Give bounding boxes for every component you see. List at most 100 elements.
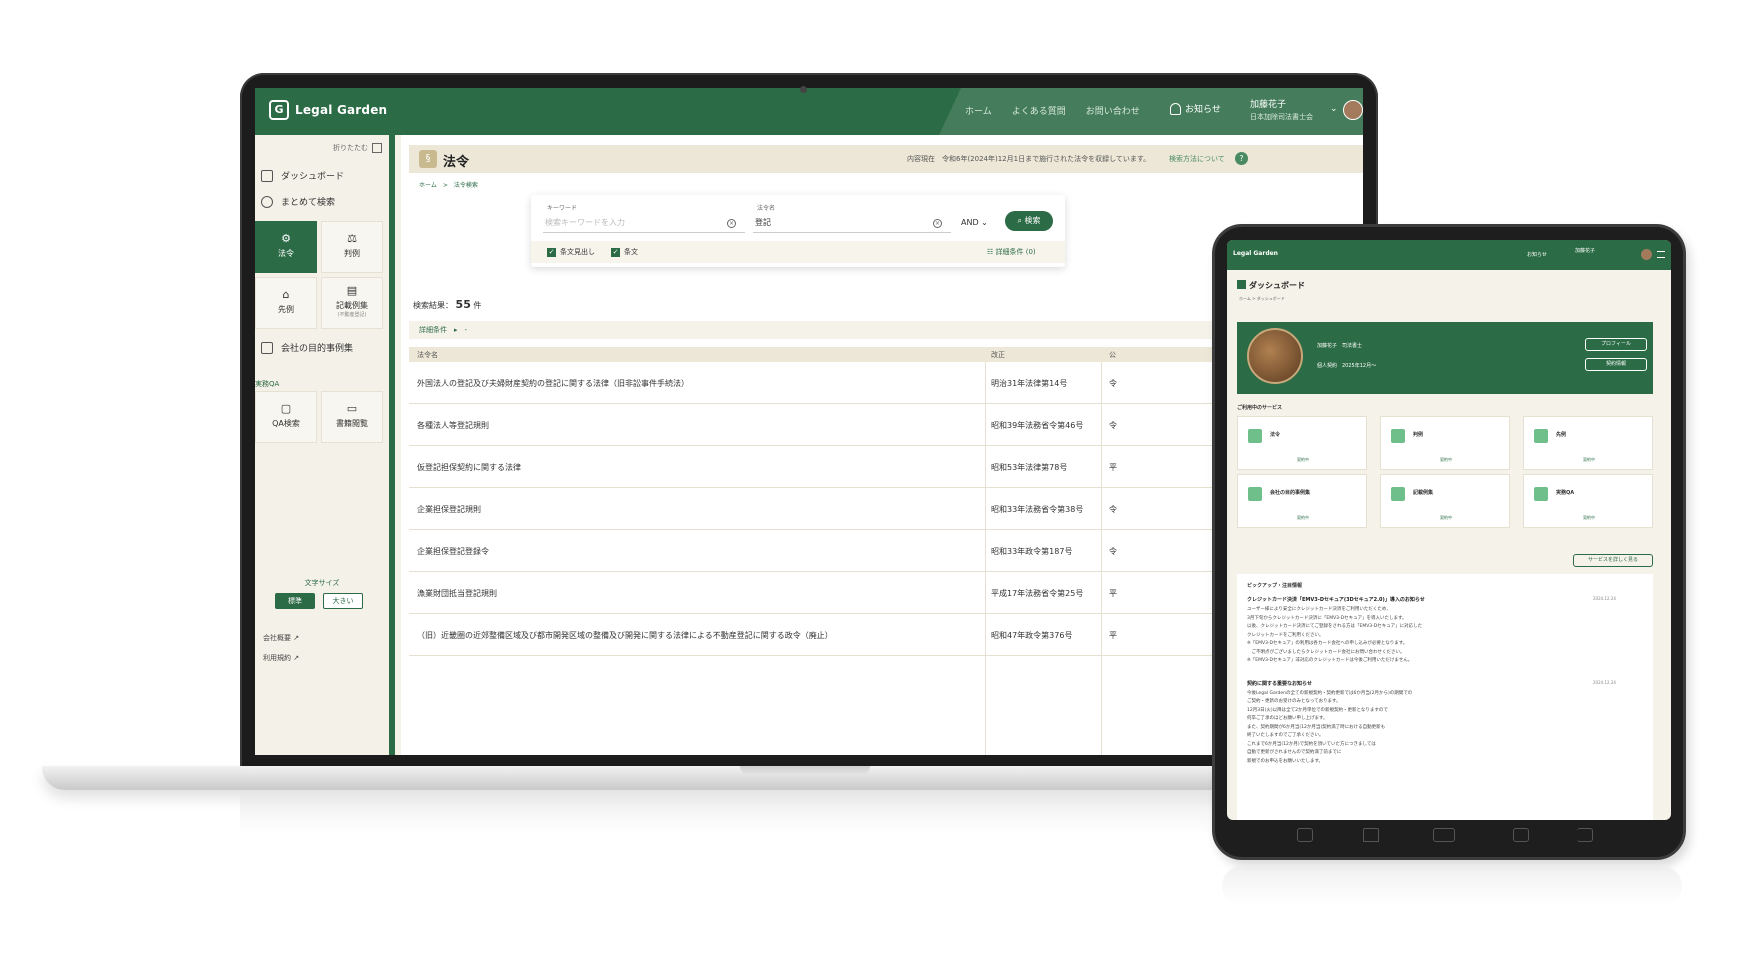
service-icon <box>1534 487 1548 501</box>
service-name: 会社の目的事例集 <box>1270 490 1311 496</box>
cell-revision: 昭和33年政令第187号 <box>991 547 1073 556</box>
sidebar-item-search-all[interactable]: まとめて検索 <box>261 195 335 208</box>
service-status: 契約中 <box>1297 457 1309 462</box>
logo[interactable]: G Legal Garden <box>269 100 387 120</box>
nav-contact[interactable]: お問い合わせ <box>1086 104 1140 117</box>
camera-icon[interactable] <box>1513 828 1529 842</box>
service-card[interactable]: 実務QA 契約中 <box>1523 474 1653 528</box>
news-body-line: 3月下旬からクレジットカード決済に「EMV3-Dセキュア」を導入いたします。 <box>1247 615 1407 621</box>
back-icon[interactable] <box>1577 828 1593 842</box>
keyword-input[interactable]: 検索キーワードを入力 <box>543 213 745 233</box>
checkbox-label: 条文 <box>624 248 638 256</box>
cell-law-name[interactable]: 企業担保登記登録令 <box>417 546 489 557</box>
column-promulgation[interactable]: 公 <box>1109 350 1116 360</box>
laptop-base <box>42 766 1242 790</box>
tablet-navbar <box>1227 820 1671 850</box>
sidebar-tile-qa-search[interactable]: ▢ QA検索 <box>255 391 317 443</box>
service-name: 判例 <box>1413 432 1424 438</box>
profile-button[interactable]: プロフィール <box>1585 338 1647 351</box>
font-standard-button[interactable]: 標準 <box>275 593 315 609</box>
law-name-input[interactable]: 登記 <box>753 213 951 233</box>
chevron-down-icon[interactable]: ⌄ <box>1330 104 1338 114</box>
detail-conditions-link[interactable]: ☷ 詳細条件 (0) <box>987 247 1036 257</box>
cell-promulgation: 平 <box>1109 589 1117 598</box>
nav-home[interactable]: ホーム <box>965 104 992 117</box>
user-org: 日本加除司法書士会 <box>1250 113 1313 121</box>
footer-link-company[interactable]: 会社概要 ↗ <box>263 633 299 643</box>
operator-select[interactable]: AND ⌄ <box>961 218 988 227</box>
user-menu[interactable]: 加藤花子 日本加除司法書士会 <box>1250 97 1313 122</box>
bell-icon <box>1170 102 1181 115</box>
cell-law-name[interactable]: 仮登記担保契約に関する法律 <box>417 462 521 473</box>
tile-label: 記載例集 <box>336 301 368 310</box>
menu-icon[interactable] <box>1657 251 1665 258</box>
notice-button[interactable]: お知らせ <box>1170 102 1221 115</box>
sidebar-tile-precedents[interactable]: ⌂ 先例 <box>255 277 317 329</box>
tablet-notice[interactable]: お知らせ <box>1527 251 1547 258</box>
service-name: 実務QA <box>1556 490 1575 496</box>
dashboard-icon <box>261 169 273 182</box>
sidebar-tile-laws[interactable]: ⚙ 法令 <box>255 221 317 273</box>
footer-link-terms[interactable]: 利用規約 ↗ <box>263 653 299 663</box>
result-prefix: 検索結果： <box>413 301 453 310</box>
service-card[interactable]: 記載例集 契約中 <box>1380 474 1510 528</box>
service-card[interactable]: 会社の目的事例集 契約中 <box>1237 474 1367 528</box>
breadcrumb[interactable]: ホーム > 法令検索 <box>419 180 478 189</box>
home-icon[interactable] <box>1363 828 1379 842</box>
sidebar-tile-examples[interactable]: ▤ 記載例集 (不動産登記) <box>321 277 383 329</box>
column-law-name[interactable]: 法令名 <box>417 350 438 360</box>
page-header: § 法令 内容現在 令和6年(2024年)12月1日まで施行された法令を収録して… <box>409 145 1363 173</box>
avatar[interactable] <box>1343 100 1363 120</box>
checkbox-icon: ✓ <box>547 247 556 257</box>
sidebar-tile-books[interactable]: ▭ 書籍閲覧 <box>321 391 383 443</box>
cell-promulgation: 令 <box>1109 421 1117 430</box>
tablet-breadcrumb[interactable]: ホーム > ダッシュボード <box>1239 296 1285 302</box>
help-link[interactable]: 検索方法について <box>1169 154 1225 164</box>
tablet-logo[interactable]: Legal Garden <box>1233 250 1278 257</box>
news-body-line: 12月3日(火)以降は全て2か月単位での新規契約・更新となりますので <box>1247 707 1388 713</box>
news-body-line: 新規でのお申込をお願いいたします。 <box>1247 758 1324 764</box>
tablet-home-button[interactable] <box>1433 828 1455 842</box>
service-card[interactable]: 判例 契約中 <box>1380 416 1510 470</box>
service-card[interactable]: 先例 契約中 <box>1523 416 1653 470</box>
profile-photo <box>1247 328 1303 384</box>
news-title[interactable]: 契約に関する重要なお知らせ <box>1247 680 1312 687</box>
avatar[interactable] <box>1641 249 1652 260</box>
search-button[interactable]: ⌕ 検索 <box>1005 211 1053 231</box>
search-panel: キーワード 検索キーワードを入力 × 法令名 登記 × AND ⌄ ⌕ 検索 ✓… <box>531 195 1065 267</box>
nav-faq[interactable]: よくある質問 <box>1012 104 1066 117</box>
sidebar-item-dashboard[interactable]: ダッシュボード <box>261 169 344 182</box>
service-icon <box>1391 429 1405 443</box>
sidebar-section-qa: 実務QA <box>255 380 280 388</box>
service-icon <box>1391 487 1405 501</box>
cell-law-name[interactable]: （旧）近畿圏の近郊整備区域及び都市開発区域の整備及び開発に関する法律による不動産… <box>417 630 833 641</box>
tablet-user[interactable]: 加藤花子 <box>1575 247 1595 254</box>
cell-law-name[interactable]: 外国法人の登記及び夫婦財産契約の登記に関する法律（旧非訟事件手続法） <box>417 378 689 389</box>
clear-icon[interactable]: × <box>933 219 942 228</box>
recent-apps-icon[interactable] <box>1297 828 1313 842</box>
law-name-label: 法令名 <box>757 205 776 212</box>
dashboard-icon <box>1237 280 1246 289</box>
contract-button[interactable]: 契約情報 <box>1585 358 1647 371</box>
sidebar-item-company-purpose[interactable]: 会社の目的事例集 <box>261 341 353 354</box>
font-large-button[interactable]: 大きい <box>323 593 363 609</box>
checkbox-articles[interactable]: ✓ 条文 <box>611 247 638 257</box>
service-card[interactable]: 法令契約中 <box>1237 416 1367 470</box>
sidebar-tile-cases[interactable]: ⚖ 判例 <box>321 221 383 273</box>
cell-law-name[interactable]: 企業担保登記規則 <box>417 504 481 515</box>
more-services-button[interactable]: サービスを詳しく見る <box>1573 554 1653 567</box>
news-date: 2024.12.24 <box>1593 596 1616 601</box>
result-count: 検索結果： 55 件 <box>413 298 481 311</box>
sidebar-collapse-button[interactable]: 折りたたむ <box>333 143 382 153</box>
news-body-line: ※「EMV3-Dセキュア」の利用は各カード会社への申し込みが必要となります。 <box>1247 641 1408 646</box>
document-icon: ▤ <box>346 284 358 297</box>
question-icon[interactable]: ? <box>1235 152 1248 165</box>
cell-law-name[interactable]: 漁業財団抵当登記規則 <box>417 588 497 599</box>
service-name: 法令 <box>1270 432 1281 438</box>
document-icon <box>261 341 273 354</box>
checkbox-headings[interactable]: ✓ 条文見出し <box>547 247 595 257</box>
column-revision[interactable]: 改正 <box>991 350 1005 360</box>
news-title[interactable]: クレジットカード決済「EMV3-Dセキュア(3Dセキュア2.0)」導入のお知らせ <box>1247 596 1425 603</box>
cell-law-name[interactable]: 各種法人等登記規則 <box>417 420 489 431</box>
clear-icon[interactable]: × <box>727 219 736 228</box>
